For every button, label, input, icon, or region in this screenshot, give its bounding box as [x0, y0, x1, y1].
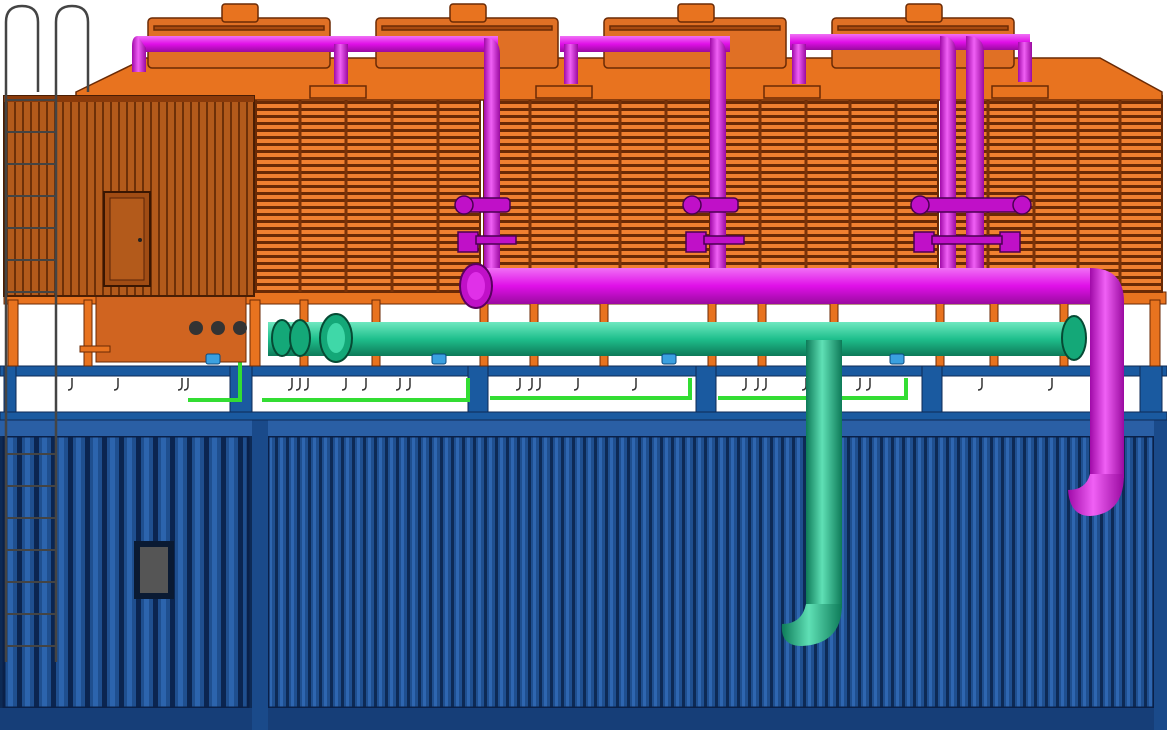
tower-louvers — [255, 95, 1163, 293]
container-base — [0, 418, 1167, 730]
cooling-tower-illustration — [0, 3, 1167, 730]
steel-frame — [0, 365, 1167, 421]
flange-icon — [459, 263, 493, 309]
window-icon — [134, 541, 174, 599]
cooling-tower-render — [0, 0, 1167, 730]
drain-hooks — [67, 378, 1115, 391]
door-icon — [103, 191, 151, 287]
